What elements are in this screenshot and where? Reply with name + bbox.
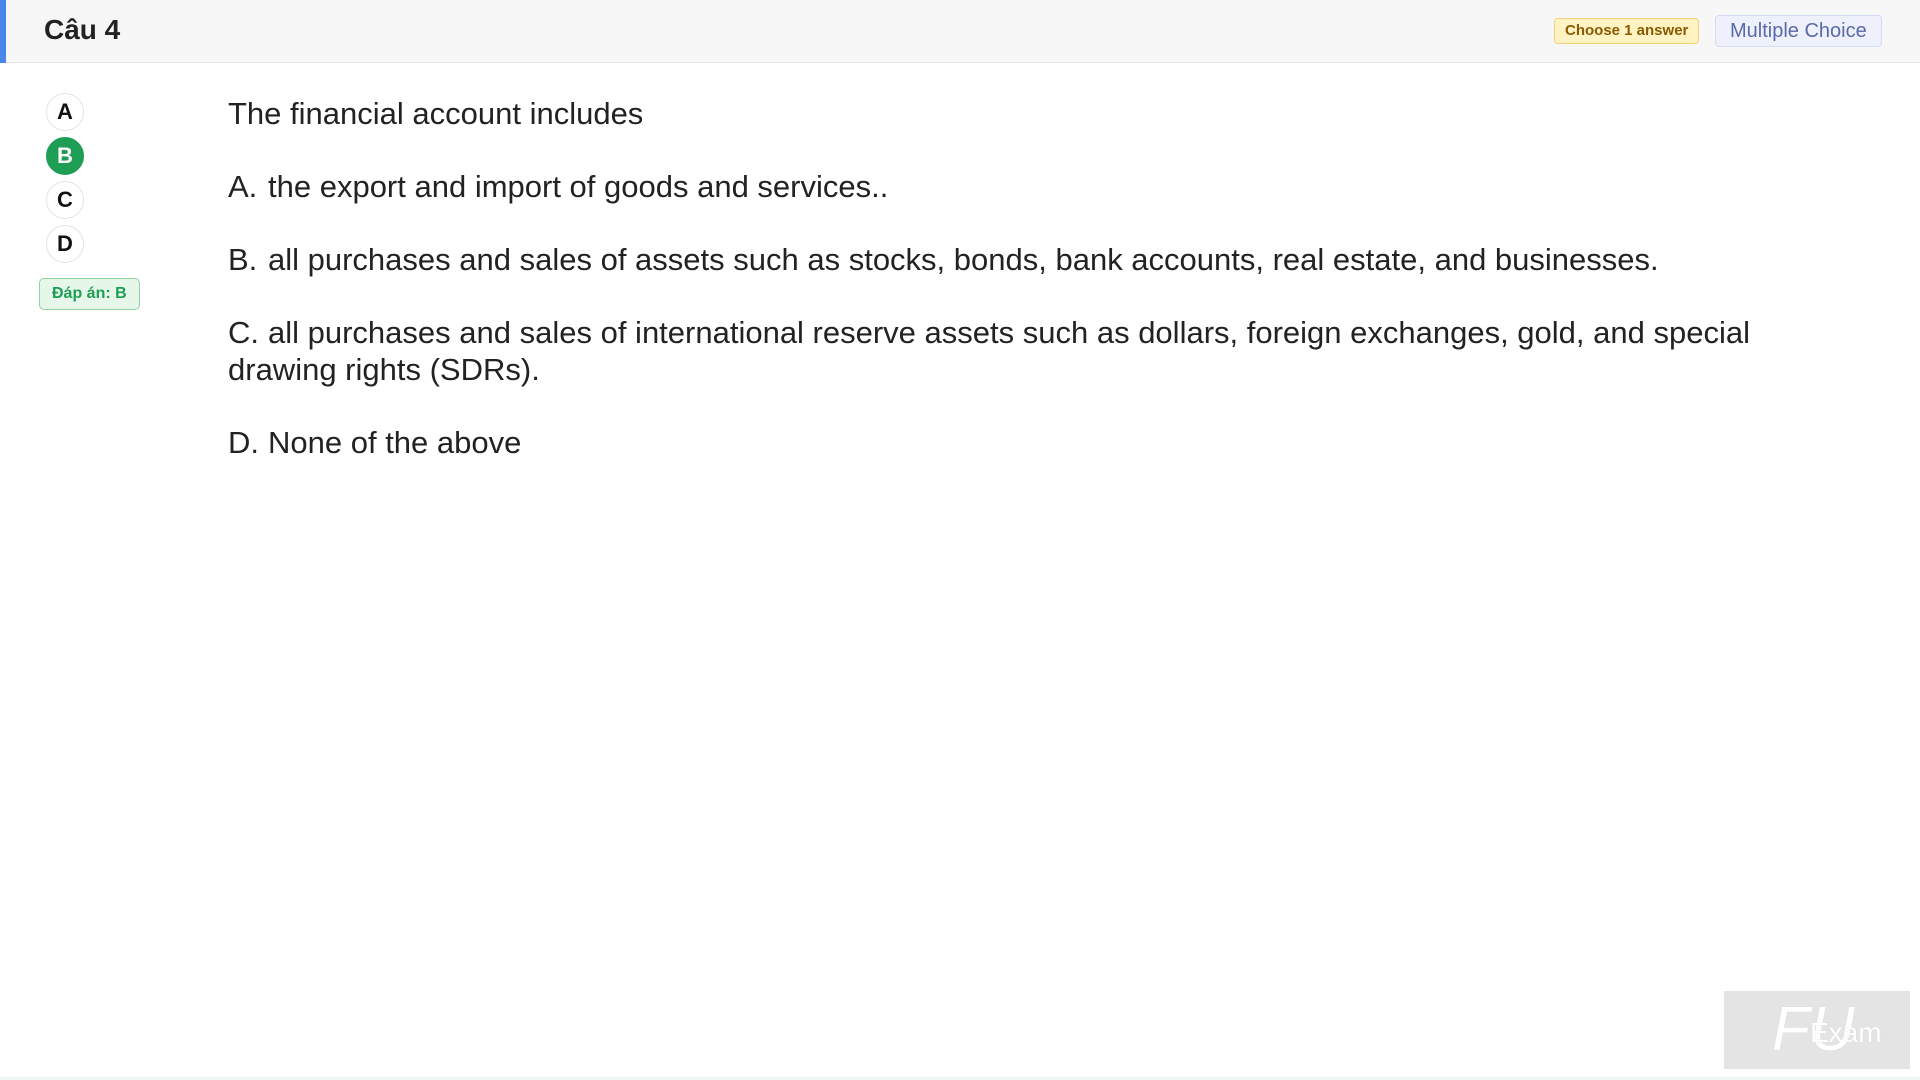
correct-answer-badge: Đáp án: B bbox=[39, 278, 140, 310]
option-b-letter: B. bbox=[228, 242, 258, 277]
quiz-page: Câu 4 Choose 1 answer Multiple Choice A … bbox=[0, 0, 1920, 1080]
question-number-title: Câu 4 bbox=[44, 14, 121, 45]
watermark-exam-text: Exam bbox=[1810, 1017, 1882, 1048]
choice-a-button[interactable]: A bbox=[46, 93, 84, 131]
option-a-text: the export and import of goods and servi… bbox=[268, 169, 889, 204]
question-type-badge: Multiple Choice bbox=[1715, 15, 1882, 47]
option-c: C. all purchases and sales of internation… bbox=[228, 314, 1788, 388]
fuexam-watermark-logo: FU Exam bbox=[1724, 991, 1910, 1069]
option-a-letter: A. bbox=[228, 169, 258, 204]
option-b: B. all purchases and sales of assets such… bbox=[228, 241, 1788, 278]
header-accent-bar bbox=[0, 0, 6, 63]
choice-d-button[interactable]: D bbox=[46, 225, 84, 263]
option-b-text: all purchases and sales of assets such a… bbox=[268, 242, 1659, 277]
option-a: A. the export and import of goods and ser… bbox=[228, 168, 1788, 205]
choose-answer-badge: Choose 1 answer bbox=[1554, 18, 1700, 44]
option-d-text: None of the above bbox=[268, 425, 522, 460]
choice-b-button[interactable]: B bbox=[46, 137, 84, 175]
question-stem: The financial account includes bbox=[228, 96, 644, 131]
choice-c-button[interactable]: C bbox=[46, 181, 84, 219]
option-c-letter: C. bbox=[228, 315, 259, 350]
question-header: Câu 4 Choose 1 answer Multiple Choice bbox=[0, 0, 1920, 63]
option-c-text: all purchases and sales of international… bbox=[228, 315, 1750, 387]
question-content: The financial account includes A. the exp… bbox=[228, 95, 1788, 497]
option-d-letter: D. bbox=[228, 425, 259, 460]
option-d: D. None of the above bbox=[228, 424, 1788, 461]
